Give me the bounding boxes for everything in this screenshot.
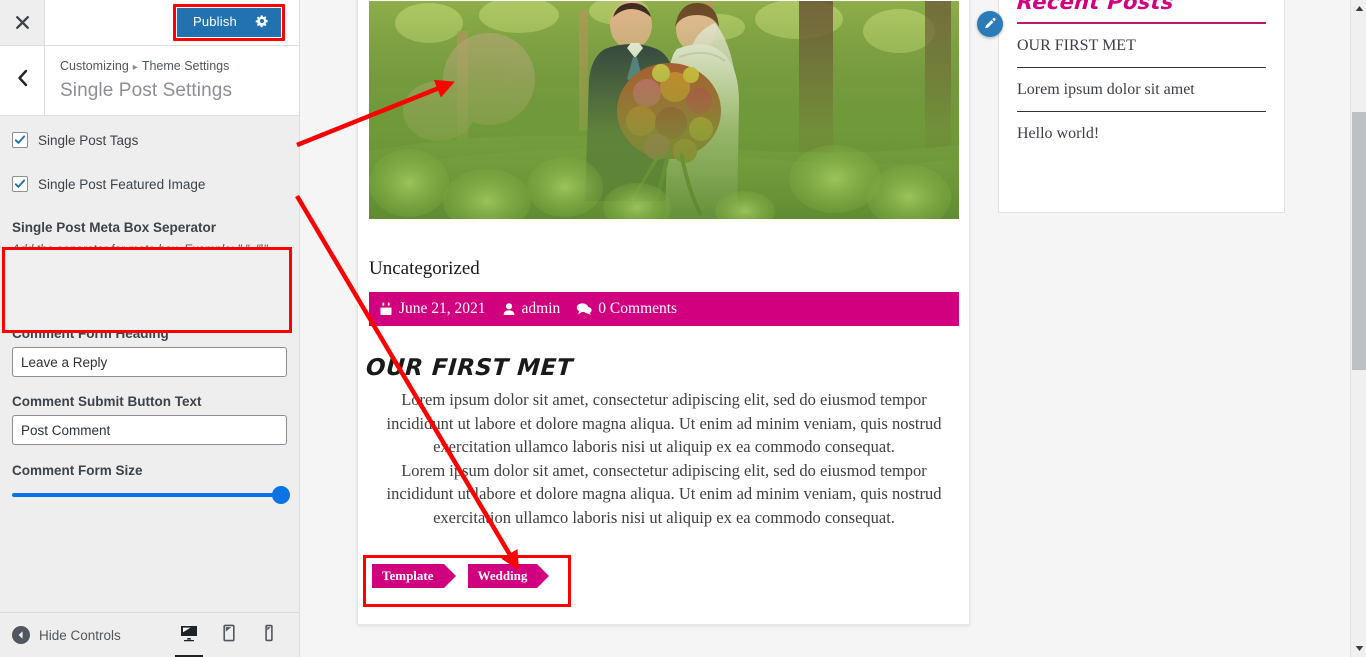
- recent-post-item[interactable]: Hello world!: [1017, 112, 1266, 155]
- calendar-icon: [379, 302, 393, 316]
- featured-image-illustration: [369, 1, 959, 219]
- site-canvas: Uncategorized June 21, 2021 admin 0 Comm…: [300, 0, 1350, 657]
- recent-posts-widget: Recent Posts OUR FIRST MET Lorem ipsum d…: [998, 0, 1285, 213]
- comment-submit-button-text-input[interactable]: [12, 415, 287, 445]
- hide-controls-button[interactable]: Hide Controls: [0, 626, 121, 644]
- publish-area: Publish: [45, 0, 299, 45]
- meta-box-separator-input[interactable]: [12, 279, 287, 309]
- pencil-edit-icon[interactable]: [977, 11, 1003, 37]
- checkbox-single-post-featured-image[interactable]: Single Post Featured Image: [0, 170, 299, 198]
- check-icon: [14, 135, 26, 144]
- breadcrumb: Customizing ▸ Theme Settings Single Post S…: [45, 46, 232, 115]
- meta-date: June 21, 2021: [379, 300, 486, 318]
- check-icon: [14, 179, 26, 188]
- checkbox-box: [12, 132, 28, 148]
- device-tablet-button[interactable]: [209, 613, 249, 657]
- post-paragraph: Lorem ipsum dolor sit amet, consectetur …: [386, 390, 942, 456]
- tablet-icon: [219, 623, 239, 648]
- scroll-up-arrow-icon[interactable]: [1351, 0, 1366, 17]
- sidebar-controls: Single Post Tags Single Post Featured Im…: [0, 116, 299, 504]
- device-mobile-button[interactable]: [249, 613, 289, 657]
- widget-title: Recent Posts: [1016, 0, 1175, 14]
- checkbox-label: Single Post Tags: [38, 132, 139, 148]
- site-preview: Uncategorized June 21, 2021 admin 0 Comm…: [300, 0, 1350, 657]
- panel-breadcrumb-bar: Customizing ▸ Theme Settings Single Post S…: [0, 46, 299, 116]
- meta-comments: 0 Comments: [576, 300, 677, 318]
- sidebar-header: Publish: [0, 0, 299, 46]
- page-scrollbar[interactable]: [1350, 0, 1366, 657]
- close-icon: [15, 15, 30, 30]
- field-comment-form-size: Comment Form Size: [0, 462, 299, 504]
- close-customizer-button[interactable]: [0, 0, 45, 45]
- desktop-icon: [179, 623, 199, 648]
- featured-image: [369, 1, 959, 219]
- checkbox-group: Single Post Tags Single Post Featured Im…: [0, 116, 299, 198]
- chevron-left-icon: [16, 69, 29, 92]
- breadcrumb-separator-icon: ▸: [132, 62, 138, 73]
- publish-settings-button[interactable]: [251, 8, 281, 37]
- field-description: Add the seperator for meta box. Example:…: [12, 242, 271, 272]
- collapse-arrow-icon: [12, 626, 30, 644]
- field-label: Comment Form Heading: [12, 326, 169, 341]
- field-label: Single Post Meta Box Seperator: [12, 220, 217, 235]
- scrollbar-thumb[interactable]: [1352, 112, 1366, 370]
- customizer-screen: Publish Customizing ▸ Theme Settings Sin…: [0, 0, 1366, 657]
- comments-icon: [576, 302, 592, 316]
- page-title: Single Post Settings: [60, 80, 233, 101]
- post-category[interactable]: Uncategorized: [369, 258, 480, 280]
- field-label: Comment Form Size: [12, 463, 143, 478]
- sidebar-footer: Hide Controls: [0, 612, 299, 657]
- post-content: Lorem ipsum dolor sit amet, consectetur …: [369, 388, 959, 529]
- sidebar-widget-area: Recent Posts OUR FIRST MET Lorem ipsum d…: [977, 0, 1320, 213]
- hide-controls-label: Hide Controls: [39, 627, 121, 643]
- comment-form-size-slider[interactable]: [12, 486, 290, 504]
- post-paragraph: Lorem ipsum dolor sit amet, consectetur …: [386, 460, 942, 527]
- checkbox-label: Single Post Featured Image: [38, 176, 206, 192]
- slider-thumb[interactable]: [272, 486, 290, 504]
- publish-highlight-box: Publish: [172, 4, 285, 41]
- user-icon: [502, 302, 516, 316]
- meta-author-label: admin: [521, 300, 561, 317]
- post-title[interactable]: OUR FIRST MET: [365, 355, 574, 381]
- comment-form-heading-input[interactable]: [12, 347, 287, 377]
- field-label: Comment Submit Button Text: [12, 394, 202, 409]
- meta-author: admin: [502, 300, 561, 318]
- meta-date-label: June 21, 2021: [399, 300, 486, 317]
- device-desktop-button[interactable]: [169, 613, 209, 657]
- post-tags: Template Wedding: [372, 564, 561, 588]
- recent-post-item[interactable]: OUR FIRST MET: [1017, 24, 1266, 68]
- field-comment-form-heading: Comment Form Heading: [0, 325, 299, 377]
- meta-comments-label: 0 Comments: [598, 300, 678, 317]
- breadcrumb-root[interactable]: Customizing: [60, 59, 129, 73]
- field-meta-box-separator: Single Post Meta Box Seperator Add the s…: [0, 219, 299, 309]
- post-meta-bar: June 21, 2021 admin 0 Comments: [369, 292, 959, 326]
- device-preview-switcher: [169, 613, 299, 657]
- recent-post-item[interactable]: Lorem ipsum dolor sit amet: [1017, 68, 1266, 112]
- customizer-sidebar: Publish Customizing ▸ Theme Settings Sin…: [0, 0, 300, 657]
- tag-wedding[interactable]: Wedding: [467, 564, 550, 588]
- publish-button[interactable]: Publish: [176, 8, 251, 37]
- checkbox-box: [12, 176, 28, 192]
- publish-button-group: Publish: [176, 8, 281, 37]
- scroll-down-arrow-icon[interactable]: [1351, 640, 1366, 657]
- single-post-card: Uncategorized June 21, 2021 admin 0 Comm…: [357, 0, 970, 625]
- back-button[interactable]: [0, 46, 45, 115]
- breadcrumb-parent[interactable]: Theme Settings: [142, 59, 230, 73]
- field-comment-submit-button-text: Comment Submit Button Text: [0, 393, 299, 445]
- gear-icon: [255, 14, 269, 31]
- mobile-icon: [259, 623, 279, 648]
- checkbox-single-post-tags[interactable]: Single Post Tags: [0, 126, 299, 154]
- tag-template[interactable]: Template: [372, 564, 455, 588]
